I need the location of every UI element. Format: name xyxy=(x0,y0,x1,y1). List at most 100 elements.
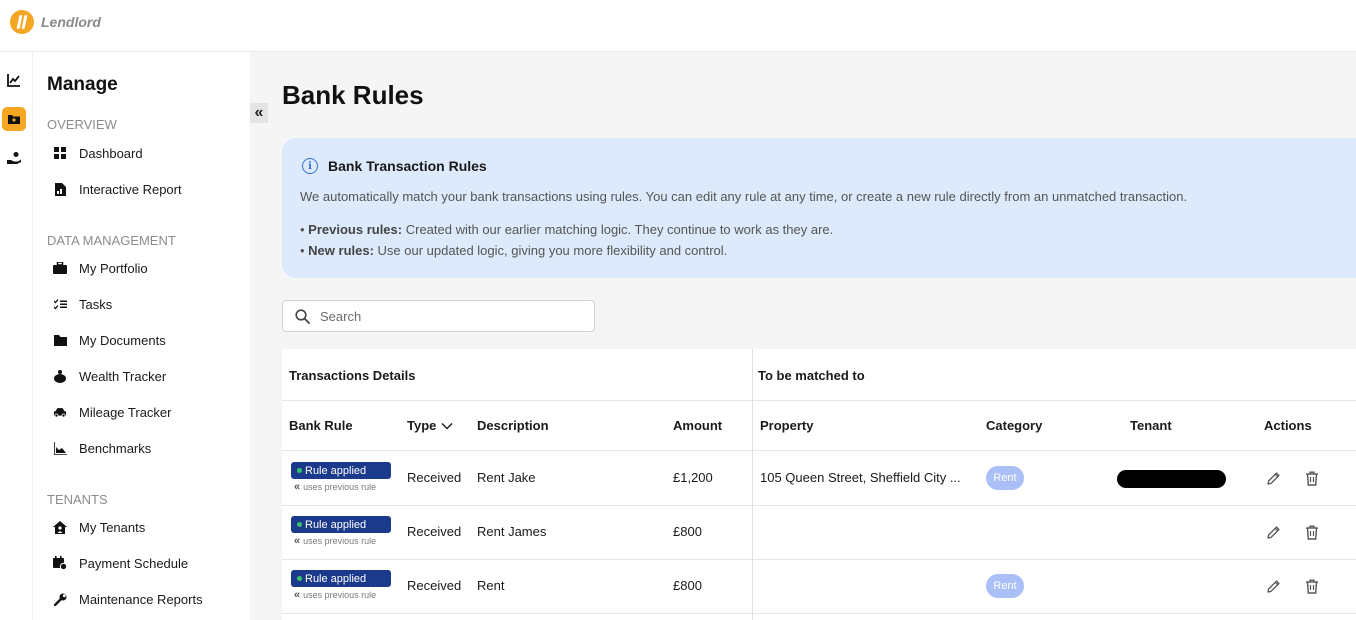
rail-manage-button[interactable] xyxy=(2,107,26,131)
info-icon: i xyxy=(302,158,318,174)
home-user-icon xyxy=(53,520,67,534)
rail-finance-button[interactable] xyxy=(2,146,26,170)
group-transactions-details: Transactions Details xyxy=(289,368,416,383)
rail-analytics-button[interactable] xyxy=(2,68,26,92)
cell-amount: £800 xyxy=(673,578,702,593)
sidebar-item-label: Benchmarks xyxy=(79,440,152,456)
search-icon xyxy=(295,308,310,324)
double-chevron-left-icon: « xyxy=(254,104,264,121)
car-icon xyxy=(53,405,67,419)
rule-source-label: uses previous rule xyxy=(303,536,377,546)
sidebar-item-label: Payment Schedule xyxy=(79,555,189,571)
rule-badge-label: Rule applied xyxy=(305,464,367,477)
delete-button[interactable] xyxy=(1302,468,1322,488)
table-header: Bank Rule Type Description Amount Proper… xyxy=(282,401,1356,451)
delete-button[interactable] xyxy=(1302,522,1322,542)
cell-property: 105 Queen Street, Sheffield City ... xyxy=(760,470,961,485)
icon-rail xyxy=(0,52,32,620)
sidebar-item-benchmarks[interactable]: Benchmarks xyxy=(53,437,151,459)
edit-button[interactable] xyxy=(1263,576,1283,596)
section-tenants: TENANTS xyxy=(47,492,108,507)
brand-logo[interactable]: Lendlord xyxy=(10,10,101,34)
info-panel: i Bank Transaction Rules We automaticall… xyxy=(282,138,1356,278)
table-row[interactable]: Rule applied «uses previous rule Receive… xyxy=(282,560,1356,614)
category-pill: Rent xyxy=(986,574,1024,598)
cell-amount: £1,200 xyxy=(673,470,713,485)
top-bar: Lendlord xyxy=(0,0,1356,52)
rule-source-label: uses previous rule xyxy=(303,590,377,600)
col-bank-rule: Bank Rule xyxy=(289,418,353,433)
calendar-icon xyxy=(53,556,67,570)
search-box[interactable] xyxy=(282,300,595,332)
edit-button[interactable] xyxy=(1263,468,1283,488)
sidebar-item-wealth-tracker[interactable]: Wealth Tracker xyxy=(53,365,166,387)
sidebar-item-dashboard[interactable]: Dashboard xyxy=(53,142,143,164)
briefcase-icon xyxy=(53,261,67,275)
cell-description: Rent James xyxy=(477,524,547,539)
brand-name: Lendlord xyxy=(41,14,101,30)
piggy-bank-icon xyxy=(53,369,67,383)
col-amount: Amount xyxy=(673,418,723,433)
rule-source-label: uses previous rule xyxy=(303,482,377,492)
sidebar-item-tasks[interactable]: Tasks xyxy=(53,293,112,315)
sidebar-item-label: Tasks xyxy=(79,296,113,312)
col-type[interactable]: Type xyxy=(407,418,453,433)
hand-coin-icon xyxy=(7,152,21,164)
chart-line-icon xyxy=(7,74,20,87)
double-chevron-left-icon: « xyxy=(294,481,301,493)
rule-applied-badge: Rule applied xyxy=(291,462,391,479)
col-category: Category xyxy=(986,418,1043,433)
rule-applied-badge: Rule applied xyxy=(291,570,391,587)
sidebar-item-interactive-report[interactable]: Interactive Report xyxy=(53,178,182,200)
checklist-icon xyxy=(53,297,67,311)
rule-applied-badge: Rule applied xyxy=(291,516,391,533)
folder-icon xyxy=(53,333,67,347)
trash-icon xyxy=(1306,471,1318,486)
col-description: Description xyxy=(477,418,549,433)
sidebar-title: Manage xyxy=(47,74,118,95)
edit-button[interactable] xyxy=(1263,522,1283,542)
status-dot-icon xyxy=(297,576,302,581)
pencil-icon xyxy=(1266,525,1280,539)
rule-badge-label: Rule applied xyxy=(305,518,367,531)
rule-source: «uses previous rule xyxy=(294,535,376,547)
status-dot-icon xyxy=(297,468,302,473)
chevron-down-icon xyxy=(441,422,453,430)
pencil-icon xyxy=(1266,471,1280,485)
double-chevron-left-icon: « xyxy=(294,589,301,601)
sidebar: Manage OVERVIEW Dashboard Interactive Re… xyxy=(32,52,250,620)
sidebar-item-maintenance-reports[interactable]: Maintenance Reports xyxy=(53,588,203,610)
sidebar-item-my-portfolio[interactable]: My Portfolio xyxy=(53,257,148,279)
sidebar-item-payment-schedule[interactable]: Payment Schedule xyxy=(53,552,188,574)
rule-source: «uses previous rule xyxy=(294,589,376,601)
info-description: We automatically match your bank transac… xyxy=(300,189,1188,204)
table-row[interactable]: Rule applied «uses previous rule Receive… xyxy=(282,452,1356,506)
grid-icon xyxy=(53,146,67,160)
report-icon xyxy=(53,182,67,196)
sidebar-item-label: Wealth Tracker xyxy=(79,368,167,384)
table-row[interactable]: Rule applied «uses previous rule Receive… xyxy=(282,506,1356,560)
double-chevron-left-icon: « xyxy=(294,535,301,547)
info-bullet: • New rules: Use our updated logic, givi… xyxy=(300,243,728,258)
sidebar-item-my-tenants[interactable]: My Tenants xyxy=(53,516,145,538)
status-dot-icon xyxy=(297,522,302,527)
info-bullet-text: Created with our earlier matching logic.… xyxy=(405,222,834,237)
sidebar-item-label: My Portfolio xyxy=(79,260,148,276)
sidebar-item-mileage-tracker[interactable]: Mileage Tracker xyxy=(53,401,171,423)
sidebar-item-label: My Tenants xyxy=(79,519,146,535)
sidebar-item-my-documents[interactable]: My Documents xyxy=(53,329,166,351)
category-pill: Rent xyxy=(986,466,1024,490)
col-tenant: Tenant xyxy=(1130,418,1172,433)
info-bullet-label: New rules: xyxy=(308,243,374,258)
info-bullet-label: Previous rules: xyxy=(308,222,403,237)
trash-icon xyxy=(1306,525,1318,540)
lendlord-logo-icon xyxy=(10,10,34,34)
info-header: i Bank Transaction Rules xyxy=(302,158,487,174)
sidebar-item-label: Mileage Tracker xyxy=(79,404,172,420)
search-input[interactable] xyxy=(320,308,570,324)
collapse-sidebar-button[interactable]: « xyxy=(250,103,268,123)
group-to-be-matched: To be matched to xyxy=(758,368,865,383)
col-actions: Actions xyxy=(1264,418,1312,433)
delete-button[interactable] xyxy=(1302,576,1322,596)
cell-amount: £800 xyxy=(673,524,702,539)
